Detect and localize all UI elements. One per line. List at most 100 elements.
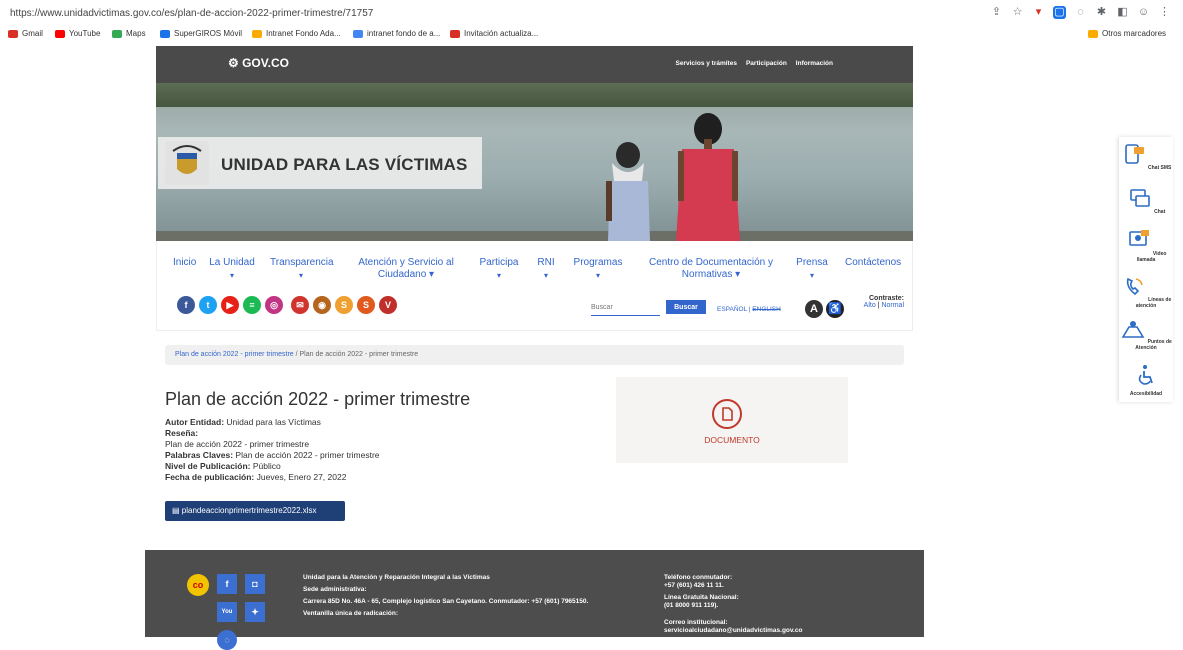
lang-en[interactable]: ENGLISH [752, 306, 781, 313]
browser-address-bar[interactable]: https://www.unidadvictimas.gov.co/es/pla… [0, 0, 1183, 27]
twitter-icon[interactable]: t [199, 296, 217, 314]
bookmark-supergiros[interactable]: SuperGIROS Móvil [160, 29, 242, 38]
govco-logo[interactable]: ⚙ GOV.CO [228, 56, 289, 70]
sidebar-chat-sms[interactable]: Chat SMS [1119, 143, 1173, 171]
nivel-value: Público [252, 461, 281, 471]
sidepanel-icon[interactable]: ◧ [1116, 6, 1129, 19]
v-icon[interactable]: V [379, 296, 397, 314]
site-footer: co f ◘ You ✦ ◌ Unidad para la Atención y… [145, 550, 924, 650]
gov-nav-participacion[interactable]: Participación [746, 60, 787, 67]
gov-nav-servicios[interactable]: Servicios y trámites [676, 60, 737, 67]
url-text[interactable]: https://www.unidadvictimas.gov.co/es/pla… [10, 8, 373, 19]
footer-correo-value[interactable]: servicioalciudadano@unidadvictimas.gov.c… [664, 627, 904, 635]
youtube-icon[interactable]: ▶ [221, 296, 239, 314]
share-icon[interactable]: ⇪ [990, 6, 1003, 19]
footer-linea-value: (01 8000 911 119). [664, 602, 719, 609]
brand-box[interactable]: UNIDAD PARA LAS VÍCTIMAS [158, 137, 482, 189]
instagram-icon[interactable]: ◎ [265, 296, 283, 314]
bookmark-gmail[interactable]: Gmail [8, 29, 43, 38]
sidebar-puntos[interactable]: Puntos de Atención [1119, 317, 1173, 351]
gov-header: ⚙ GOV.CO Servicios y trámites Participac… [156, 46, 913, 83]
intranet-icon [252, 29, 262, 38]
hero-trees [156, 83, 913, 107]
sidebar-accesibilidad[interactable]: Accesibilidad [1119, 363, 1173, 397]
facebook-icon[interactable]: f [177, 296, 195, 314]
s-icon[interactable]: S [335, 296, 353, 314]
nav-participa[interactable]: Participa ▾ [479, 257, 519, 281]
footer-ventanilla: Ventanilla única de radicación: [303, 610, 399, 617]
gmail-icon [8, 29, 18, 38]
contrast-normal[interactable]: Normal [881, 302, 904, 309]
palabras-value: Plan de acción 2022 - primer trimestre [235, 450, 380, 460]
footer-linea-label: Línea Gratuita Nacional: [664, 594, 739, 601]
email-icon[interactable]: ✉ [291, 296, 309, 314]
nav-rni[interactable]: RNI ▾ [535, 257, 557, 281]
youtube-icon [55, 29, 65, 38]
lang-es[interactable]: ESPAÑOL [717, 306, 747, 313]
footer-youtube-icon[interactable]: You [217, 602, 237, 622]
search-button[interactable]: Buscar [666, 300, 706, 314]
nav-prensa[interactable]: Prensa ▾ [795, 257, 829, 281]
hero-shore [156, 231, 913, 241]
contrast-control: Contraste: Alto | Normal [852, 295, 904, 309]
nav-programas[interactable]: Programas ▾ [572, 257, 624, 281]
menu-icon[interactable]: ⋮ [1158, 6, 1171, 19]
breadcrumb: Plan de acción 2022 - primer trimestre /… [165, 345, 904, 365]
nav-centro[interactable]: Centro de Documentación y Normativas ▾ [647, 257, 775, 281]
text-size-icon[interactable]: A [805, 300, 823, 318]
search-input[interactable] [591, 300, 660, 316]
gov-nav-informacion[interactable]: Información [796, 60, 833, 67]
nav-contactenos[interactable]: Contáctenos [845, 257, 901, 269]
chevron-down-icon: ▾ [595, 271, 600, 280]
footer-twitter-icon[interactable]: ✦ [245, 602, 265, 622]
puzzle-icon[interactable]: ✱ [1095, 6, 1108, 19]
co-logo-icon: co [187, 574, 209, 596]
hero-person-left [606, 142, 650, 241]
bookmark-maps[interactable]: Maps [112, 29, 146, 38]
spotify-icon[interactable]: ≡ [243, 296, 261, 314]
extension-icon[interactable]: ▾ [1032, 6, 1045, 19]
bookmark-invitacion[interactable]: Invitación actualiza... [450, 29, 538, 38]
chevron-down-icon: ▾ [543, 271, 548, 280]
bookmark-star-icon[interactable]: ☆ [1011, 6, 1024, 19]
accessibility-icon[interactable]: ♿ [826, 300, 844, 318]
extension-icon[interactable]: ◌ [1074, 6, 1087, 19]
nav-la-unidad[interactable]: La Unidad ▾ [209, 257, 255, 281]
download-file-button[interactable]: ▤ plandeaccionprimertrimestre2022.xlsx [165, 501, 345, 521]
bookmark-intranet-2[interactable]: intranet fondo de a... [353, 29, 440, 38]
nav-atencion[interactable]: Atención y Servicio al Ciudadano ▾ [357, 257, 455, 281]
nav-inicio[interactable]: Inicio [173, 257, 196, 269]
footer-tel-value: +57 (601) 426 11 11. [664, 582, 724, 589]
bookmark-intranet-1[interactable]: Intranet Fondo Ada... [252, 29, 341, 38]
chat-sms-icon [1124, 144, 1144, 164]
hero-person-right [676, 113, 740, 241]
footer-other-icon[interactable]: ◌ [217, 630, 237, 650]
s2-icon[interactable]: S [357, 296, 375, 314]
extension-icon[interactable]: ▢ [1053, 6, 1066, 19]
sidebar-chat[interactable]: Chat [1119, 187, 1173, 215]
folder-icon [1088, 29, 1098, 38]
breadcrumb-current: Plan de acción 2022 - primer trimestre [299, 351, 419, 358]
sidebar-video-llamada[interactable]: Video llamada [1119, 229, 1173, 263]
footer-sede-label: Sede administrativa: [303, 586, 367, 593]
bookmark-other[interactable]: Otros marcadores [1088, 29, 1166, 38]
location-icon [1121, 321, 1145, 338]
phone-icon [1126, 277, 1143, 296]
sidebar-lineas[interactable]: Líneas de atención [1119, 275, 1173, 309]
document-preview[interactable]: DOCUMENTO [616, 377, 848, 463]
contrast-high[interactable]: Alto [864, 302, 876, 309]
bookmark-youtube[interactable]: YouTube [55, 29, 100, 38]
palabras-label: Palabras Claves: [165, 450, 234, 460]
footer-tel-label: Teléfono conmutador: [664, 574, 733, 581]
google-icon [353, 29, 363, 38]
breadcrumb-link[interactable]: Plan de acción 2022 - primer trimestre [175, 351, 294, 358]
gov-nav: Servicios y trámites Participación Infor… [676, 60, 833, 67]
tripadvisor-icon[interactable]: ◉ [313, 296, 331, 314]
nav-transparencia[interactable]: Transparencia ▾ [270, 257, 334, 281]
chevron-down-icon: ▾ [229, 271, 234, 280]
profile-avatar-icon[interactable]: ☺ [1137, 6, 1150, 19]
document-label: DOCUMENTO [704, 435, 760, 445]
footer-instagram-icon[interactable]: ◘ [245, 574, 265, 594]
chevron-down-icon: ▾ [809, 271, 814, 280]
footer-facebook-icon[interactable]: f [217, 574, 237, 594]
